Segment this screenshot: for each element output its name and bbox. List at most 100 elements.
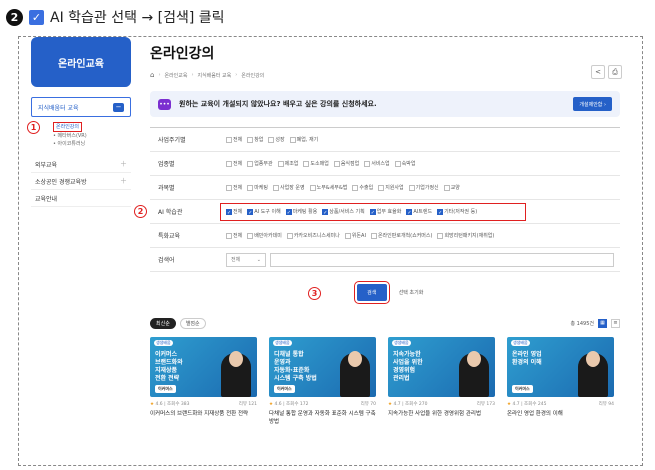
course-meta: ★ 4.6 | 조회수 383 리뷰 121 <box>150 402 257 407</box>
checkbox-icon <box>344 232 351 239</box>
filter-label: 과목별 <box>158 185 175 192</box>
rating: 4.7 <box>512 402 520 407</box>
filter-checkbox[interactable]: 숙박업 <box>394 160 415 167</box>
home-icon[interactable]: ⌂ <box>150 71 154 79</box>
checkbox-label: 성장 <box>275 137 285 143</box>
sidebar-group-knowledge[interactable]: 지식배움터 교육 − <box>31 97 131 117</box>
sidebar-item-smallbiz[interactable]: 소상공인 경쟁교육방 ＋ <box>31 173 131 190</box>
course-title[interactable]: 지속가능한 사업을 위한 경영위험 관리법 <box>388 410 495 418</box>
star-icon: ★ <box>150 402 155 407</box>
course-title[interactable]: 이커머스의 브랜드화와 지재상품 전환 전략 <box>150 410 257 418</box>
filter-row-search: 검색어 전체 ⌄ <box>150 248 620 272</box>
checkmark-icon: ✓ <box>29 9 44 25</box>
breadcrumb-item[interactable]: 온라인강의 <box>241 72 264 79</box>
course-title[interactable]: 온라인 영업 환경의 이해 <box>507 410 614 418</box>
filter-row: 특화교육 전체 배민아카데미 카카오비즈니스세미나 위돈AI 온라인판로개척(쇼커머스) 희… <box>150 224 620 248</box>
grid-view-icon[interactable]: ▦ <box>598 318 607 328</box>
search-button[interactable]: 검색 <box>353 281 390 304</box>
course-card[interactable]: 생생배움 이커머스 브랜드화와 지재상품 전환 전략 이커머스 ★ 4.6 | 조회수… <box>150 337 257 426</box>
course-card[interactable]: 생생배움 디채널 통합 운영과 자동화·표준화 시스템 구축 방법 이커머스 ★ 4.… <box>269 337 376 426</box>
checkbox-icon <box>247 136 254 143</box>
share-icon[interactable]: < <box>591 65 605 79</box>
filter-checkbox[interactable]: 전체 <box>226 184 242 191</box>
filter-checkbox[interactable]: 폐업, 재기 <box>289 136 318 143</box>
checkbox-icon <box>247 232 254 239</box>
sidebar-item-metaverse[interactable]: • 메타버스(VR) <box>41 132 143 140</box>
suggest-course-button[interactable]: 개설제안함 › <box>573 97 612 111</box>
sidebar-item-guide[interactable]: 교육안내 <box>31 190 131 207</box>
breadcrumb-item[interactable]: 온라인교육 <box>164 72 187 79</box>
sidebar-item-online-lecture[interactable]: 온라인강의 <box>53 122 83 132</box>
checkbox-icon <box>378 184 385 191</box>
breadcrumb-item[interactable]: 지식배움터 교육 <box>197 72 231 79</box>
course-thumbnail[interactable]: 생생배움 디채널 통합 운영과 자동화·표준화 시스템 구축 방법 이커머스 <box>269 337 376 397</box>
filter-checkbox[interactable]: 서비스업 <box>364 160 390 167</box>
checkbox-label: 음식점업 <box>340 161 360 167</box>
filter-checkbox[interactable]: 배민아카데미 <box>247 232 282 239</box>
filter-checkbox[interactable]: 창업 <box>247 136 263 143</box>
filter-checkbox[interactable]: 기업가정신 <box>408 184 439 191</box>
course-badge: 생생배움 <box>511 340 530 346</box>
checkbox-label: 전체 <box>233 185 243 191</box>
course-card[interactable]: 생생배움 온라인 영업 환경의 이해 이커머스 ★ 4.7 | 조회수 245 리뷰 9… <box>507 337 614 426</box>
search-scope-select[interactable]: 전체 ⌄ <box>226 252 266 267</box>
filter-label: AI 학습관 <box>158 209 183 216</box>
course-card[interactable]: 생생배움 지속가능한 사업을 위한 경영위험 관리법 ★ 4.7 | 조회수 270… <box>388 337 495 426</box>
sidebar-subitems: 1 온라인강의 • 메타버스(VR) • 아이코튜러닝 <box>27 121 143 148</box>
filter-checkbox[interactable]: 카카오비즈니스세미나 <box>286 232 340 239</box>
category-chip: 이커머스 <box>274 385 295 393</box>
sort-rating[interactable]: 별점순 <box>179 317 206 329</box>
main-content: 온라인강의 ⌂ › 온라인교육 › 지식배움터 교육 › 온라인강의 < ⎙ ••• … <box>134 37 630 426</box>
page-tools: < ⎙ <box>591 65 622 79</box>
course-title[interactable]: 다채널 통합 운영과 자동화 표준화 시스템 구축 방법 <box>269 410 376 426</box>
rating: 4.6 <box>155 402 163 407</box>
views: 조회수 245 <box>524 402 547 407</box>
filter-checkbox[interactable]: 도소매업 <box>303 160 329 167</box>
filter-checkbox[interactable]: 성장 <box>268 136 285 143</box>
filter-checkbox[interactable]: 전체 <box>226 160 242 167</box>
filter-checkbox[interactable]: 희망리턴패키지(재취업) <box>437 232 494 239</box>
list-view-icon[interactable]: ≡ <box>611 318 620 328</box>
filter-checkbox[interactable]: 마케팅 <box>247 184 268 191</box>
course-thumbnail[interactable]: 생생배움 이커머스 브랜드화와 지재상품 전환 전략 이커머스 <box>150 337 257 397</box>
filter-checkbox[interactable]: 업종무관 <box>247 160 273 167</box>
checkbox-label: 전체 <box>233 137 243 143</box>
filter-checkbox[interactable]: 제조업 <box>277 160 298 167</box>
chevron-down-icon: ⌄ <box>256 256 261 263</box>
filter-options: 전체 창업 성장 폐업, 재기 <box>226 136 620 143</box>
chat-icon: ••• <box>158 98 171 110</box>
reset-selection-link[interactable]: 선택 초기화 <box>399 289 424 296</box>
select-value: 전체 <box>231 257 241 263</box>
filter-checkbox[interactable]: 위돈AI <box>344 232 366 239</box>
reviews: 리뷰 70 <box>360 402 376 407</box>
filter-checkbox[interactable]: 전체 <box>226 136 242 143</box>
checkbox-icon <box>247 160 254 167</box>
search-input[interactable] <box>270 252 614 267</box>
checkbox-label: 창업 <box>254 137 264 143</box>
filter-checkbox[interactable]: 전체 <box>226 232 242 239</box>
filter-checkbox[interactable]: 사업장 운영 <box>273 184 305 191</box>
sidebar-menu: 외부교육 ＋ 소상공인 경쟁교육방 ＋ 교육안내 <box>31 156 131 207</box>
checkbox-label: 도소매업 <box>310 161 329 167</box>
checkbox-icon <box>408 184 415 191</box>
course-badge: 생생배움 <box>273 340 292 346</box>
filter-checkbox[interactable]: 수출입 <box>352 184 373 191</box>
filter-checkbox[interactable]: 지원사업 <box>378 184 404 191</box>
course-thumbnail[interactable]: 생생배움 온라인 영업 환경의 이해 이커머스 <box>507 337 614 397</box>
print-icon[interactable]: ⎙ <box>608 65 622 79</box>
sidebar-logo[interactable]: 온라인교육 <box>31 37 131 87</box>
course-thumbnail[interactable]: 생생배움 지속가능한 사업을 위한 경영위험 관리법 <box>388 337 495 397</box>
filter-options: 전체 배민아카데미 카카오비즈니스세미나 위돈AI 온라인판로개척(쇼커머스) 희망리턴패… <box>226 232 620 239</box>
filter-checkbox[interactable]: 온라인판로개척(쇼커머스) <box>370 232 432 239</box>
sidebar-item-ikotu[interactable]: • 아이코튜러닝 <box>41 140 143 148</box>
filter-checkbox[interactable]: 노무&세무&법 <box>309 184 347 191</box>
course-meta: ★ 4.7 | 조회수 270 리뷰 173 <box>388 402 495 407</box>
sort-latest[interactable]: 최신순 <box>150 317 176 329</box>
checkbox-label: 서비스업 <box>371 161 390 167</box>
filter-checkbox[interactable]: 교양 <box>443 184 460 191</box>
sidebar-item-external[interactable]: 외부교육 ＋ <box>31 156 131 173</box>
checkbox-icon <box>333 160 340 167</box>
filter-checkbox[interactable]: 음식점업 <box>333 160 360 167</box>
collapse-icon[interactable]: − <box>113 102 124 112</box>
request-banner: ••• 원하는 교육이 개설되지 않았나요? 배우고 싶은 강의를 신청하세요.… <box>150 91 620 117</box>
